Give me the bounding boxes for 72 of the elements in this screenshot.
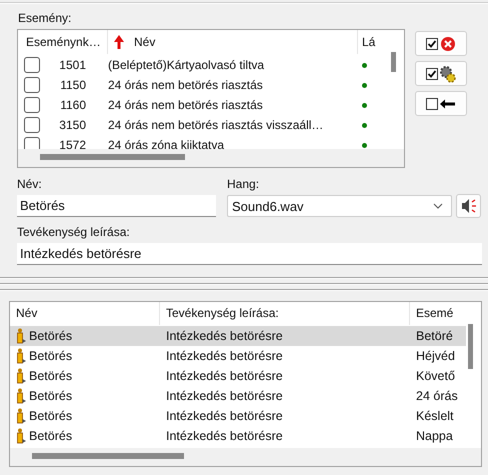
table-cell: Nappa: [416, 429, 453, 443]
column-header[interactable]: Név: [134, 30, 156, 54]
person-icon: [16, 348, 27, 364]
column-header[interactable]: Lá: [358, 30, 387, 54]
table-cell: Betörés: [29, 329, 72, 343]
table-cell: Késlelt: [416, 409, 454, 423]
event-code: 1572: [59, 138, 86, 149]
field-label: Tevékenység leírása:: [17, 224, 130, 240]
chevron-down-icon: [433, 203, 443, 209]
clear-selection-button[interactable]: [415, 91, 467, 116]
play-sound-button[interactable]: [456, 194, 481, 218]
person-icon: [16, 428, 27, 444]
checkbox[interactable]: [24, 97, 40, 113]
person-icon: [16, 408, 27, 424]
table-cell: Intézkedés betörésre: [166, 389, 283, 403]
scrollbar-thumb[interactable]: [32, 453, 184, 459]
event-code: 3150: [59, 118, 86, 132]
table-cell: Intézkedés betörésre: [166, 329, 283, 343]
event-code: 1501: [59, 58, 86, 72]
table-cell: Héjvéd: [416, 349, 455, 363]
table-cell: Intézkedés betörésre: [166, 369, 283, 383]
table-cell: Intézkedés betörésre: [166, 409, 283, 423]
table-row[interactable]: Betörés Intézkedés betörésre Betöré: [10, 326, 466, 346]
table-cell: Betörés: [29, 389, 72, 403]
select-all-settings-button[interactable]: [415, 61, 467, 86]
event-name: 24 órás nem betörés riasztás: [108, 98, 263, 112]
speaker-icon: [460, 198, 476, 214]
checkbox-arrow-icon: [426, 96, 456, 110]
column-header[interactable]: Eseménynk…: [18, 30, 108, 54]
event-name: 24 órás nem betörés riasztás visszaáll…: [108, 118, 324, 132]
column-header[interactable]: Esemé: [410, 302, 466, 325]
event-code: 1160: [60, 98, 86, 112]
checkbox[interactable]: [24, 137, 40, 149]
event-name: 24 órás zóna kiiktatva: [108, 138, 224, 149]
table-cell: Intézkedés betörésre: [166, 429, 283, 443]
table-cell: Követő: [416, 369, 455, 383]
event-code: 1150: [60, 78, 86, 92]
table-cell: Betörés: [29, 409, 72, 423]
scrollbar-thumb[interactable]: [40, 154, 185, 160]
table-cell: Betörés: [29, 369, 72, 383]
table-row[interactable]: Betörés Intézkedés betörésre Késlelt: [10, 406, 466, 426]
person-icon: [16, 388, 27, 404]
checkbox[interactable]: [24, 117, 40, 133]
event-name: (Beléptető)Kártyaolvasó tiltva: [108, 58, 264, 72]
action-field[interactable]: Intézkedés betörésre: [17, 243, 482, 265]
select-all-delete-button[interactable]: [415, 31, 467, 56]
sort-arrow-icon: [114, 35, 124, 49]
checkbox-gears-icon: [426, 64, 456, 82]
field-label: Név:: [17, 176, 42, 192]
person-icon: [16, 328, 27, 344]
table-cell: 24 órás: [416, 389, 458, 403]
table-row[interactable]: Betörés Intézkedés betörésre Követő: [10, 366, 466, 386]
table-cell: Betörés: [29, 429, 72, 443]
field-label: Hang:: [227, 176, 260, 192]
person-icon: [16, 368, 27, 384]
event-name: 24 órás nem betörés riasztás: [108, 78, 263, 92]
table-row[interactable]: Betörés Intézkedés betörésre Héjvéd: [10, 346, 466, 366]
checkbox-delete-icon: [426, 36, 456, 52]
scrollbar-thumb[interactable]: [391, 52, 396, 72]
table-cell: Intézkedés betörésre: [166, 349, 283, 363]
column-header[interactable]: Név: [10, 302, 160, 325]
checkbox[interactable]: [24, 77, 40, 93]
column-header[interactable]: Tevékenység leírása:: [160, 302, 410, 325]
table-cell: Betöré: [416, 329, 453, 343]
table-cell: Betörés: [29, 349, 72, 363]
name-field[interactable]: Betörés: [17, 195, 216, 217]
table-row[interactable]: Betörés Intézkedés betörésre 24 órás: [10, 386, 466, 406]
checkbox[interactable]: [24, 57, 40, 73]
sound-dropdown[interactable]: Sound6.wav: [227, 195, 452, 217]
field-label: Esemény:: [18, 10, 72, 26]
scrollbar-thumb[interactable]: [468, 324, 473, 369]
table-row[interactable]: Betörés Intézkedés betörésre Nappa: [10, 426, 466, 446]
